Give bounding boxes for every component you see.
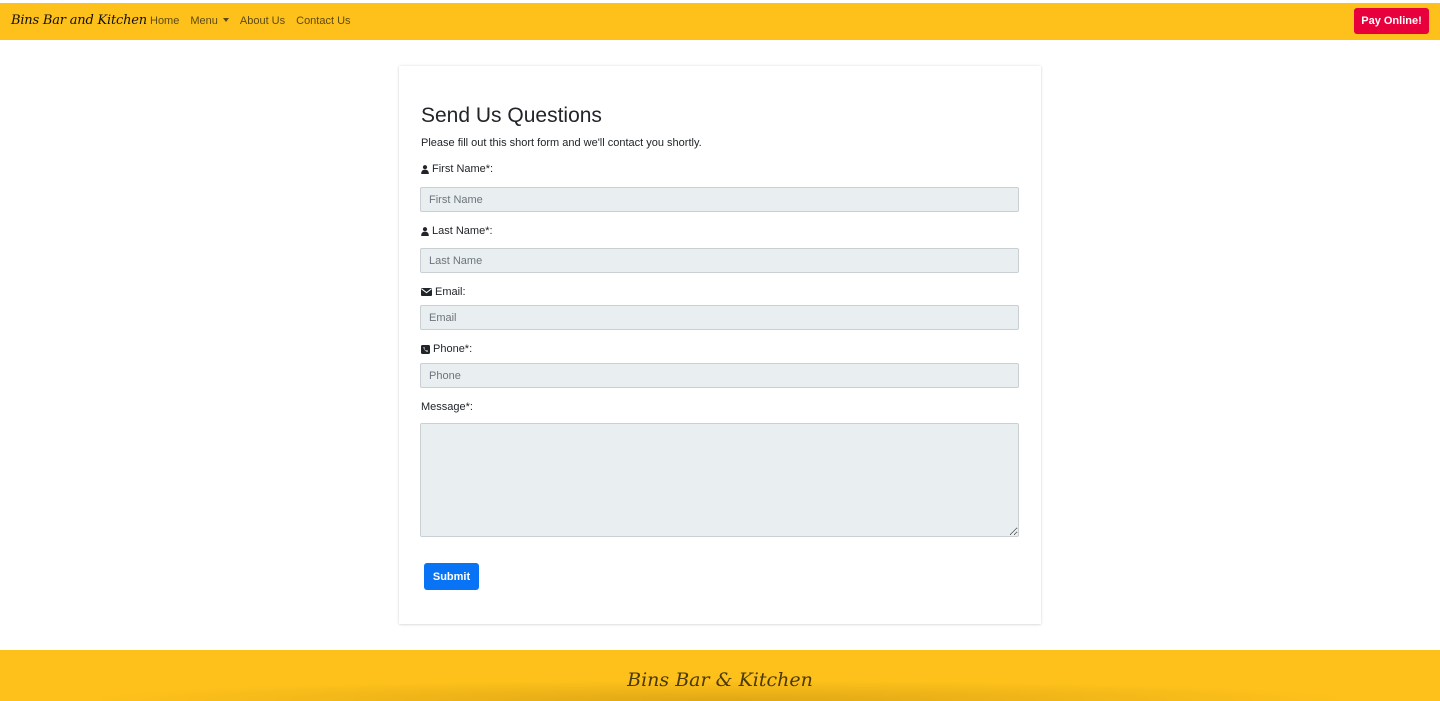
- email-label-text: Email:: [435, 286, 466, 298]
- first-name-input[interactable]: [420, 187, 1019, 212]
- message-label-text: Message*:: [421, 401, 473, 413]
- footer: Bins Bar & Kitchen: [0, 650, 1440, 701]
- last-name-label: Last Name*:: [421, 225, 493, 237]
- footer-brand: Bins Bar & Kitchen: [627, 669, 813, 691]
- user-icon: [421, 226, 429, 236]
- nav-menu-dropdown[interactable]: Menu: [190, 15, 229, 27]
- contact-form-card: Send Us Questions Please fill out this s…: [399, 66, 1041, 624]
- nav-home-link[interactable]: Home: [150, 15, 179, 27]
- phone-square-icon: [421, 344, 430, 354]
- form-subtitle: Please fill out this short form and we'l…: [421, 137, 702, 149]
- envelope-icon: [421, 288, 432, 296]
- nav-about-link[interactable]: About Us: [240, 15, 285, 27]
- last-name-label-text: Last Name*:: [432, 225, 493, 237]
- caret-down-icon: [222, 18, 229, 22]
- email-input[interactable]: [420, 305, 1019, 330]
- user-icon: [421, 164, 429, 174]
- last-name-input[interactable]: [420, 248, 1019, 273]
- phone-label-text: Phone*:: [433, 343, 473, 355]
- message-label: Message*:: [421, 401, 473, 413]
- nav-menu-label: Menu: [190, 15, 218, 27]
- phone-label: Phone*:: [421, 343, 472, 355]
- message-textarea[interactable]: [420, 423, 1019, 537]
- pay-online-button[interactable]: Pay Online!: [1354, 8, 1429, 34]
- submit-button[interactable]: Submit: [424, 563, 479, 590]
- nav-links: Home Menu About Us Contact Us: [150, 15, 362, 27]
- top-navbar: Bins Bar and Kitchen Home Menu About Us …: [0, 0, 1440, 40]
- phone-input[interactable]: [420, 363, 1019, 388]
- first-name-label: First Name*:: [421, 163, 493, 175]
- nav-contact-link[interactable]: Contact Us: [296, 15, 350, 27]
- first-name-label-text: First Name*:: [432, 163, 494, 175]
- email-label: Email:: [421, 286, 466, 298]
- brand-logo[interactable]: Bins Bar and Kitchen: [11, 13, 147, 28]
- form-title: Send Us Questions: [421, 104, 602, 127]
